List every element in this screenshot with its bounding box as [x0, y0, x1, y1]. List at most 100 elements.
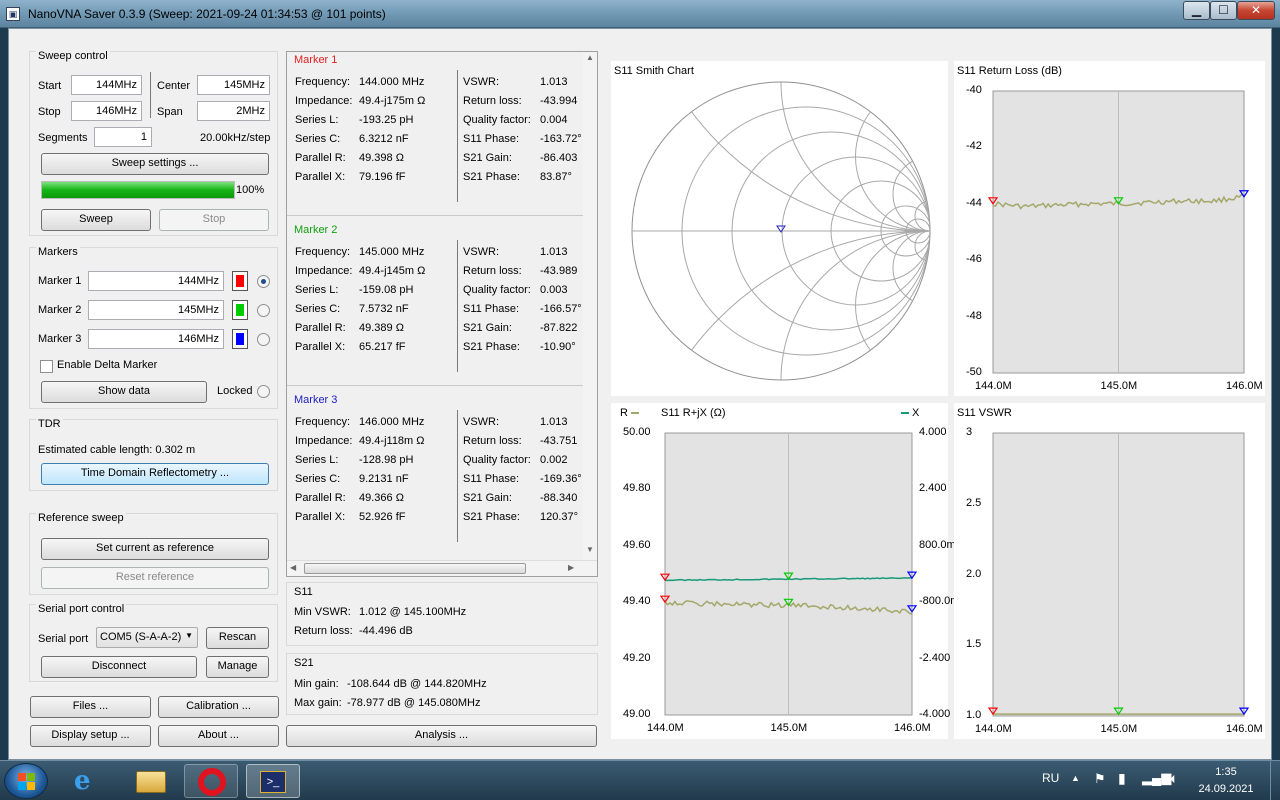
power-icon[interactable]: ▮ [1118, 770, 1126, 787]
vswr-y-tick: 1.0 [966, 709, 982, 721]
detail-label: Quality factor: [463, 454, 531, 466]
group-title: Serial port control [36, 603, 127, 615]
marker-2-radio[interactable] [257, 304, 270, 317]
marker-3-color-button[interactable] [232, 329, 248, 349]
display-setup-button[interactable]: Display setup ... [30, 725, 151, 747]
segments-label: Segments [38, 132, 88, 144]
serial-port-select[interactable]: COM5 (S-A-A-2) ▼ [96, 627, 198, 648]
files-button[interactable]: Files ... [30, 696, 151, 718]
marker-1-radio[interactable] [257, 275, 270, 288]
show-data-button[interactable]: Show data [41, 381, 207, 403]
windows-logo-quad [18, 782, 26, 790]
detail-value: -88.340 [540, 492, 578, 504]
calibration-button[interactable]: Calibration ... [158, 696, 279, 718]
detail-label: VSWR: [463, 416, 500, 428]
detail-label: Return loss: [463, 265, 522, 277]
language-indicator[interactable]: RU [1042, 771, 1059, 785]
action-center-flag-icon[interactable]: ⚑ [1094, 771, 1106, 787]
detail-value: -43.994 [540, 95, 578, 107]
serial-port-value: COM5 (S-A-A-2) [100, 631, 182, 643]
disconnect-button[interactable]: Disconnect [41, 656, 197, 678]
scroll-thumb[interactable] [304, 563, 526, 574]
rjx-plot [659, 432, 918, 716]
detail-value: 49.4-j145m Ω [359, 265, 426, 277]
enable-delta-marker-label: Enable Delta Marker [57, 359, 158, 371]
marker-details-scroll-area[interactable]: Marker 1 Frequency: 144.000 MHz Impedance: 4… [286, 51, 598, 577]
detail-label: S21 Phase: [463, 511, 520, 523]
detail-label: Frequency: [295, 76, 351, 88]
detail-label: S21 Gain: [463, 152, 512, 164]
clock-time[interactable]: 1:35 [1196, 766, 1256, 778]
stop-button[interactable]: Stop [159, 209, 269, 231]
vswr-y-tick: 2.5 [966, 496, 982, 509]
about-button[interactable]: About ... [158, 725, 279, 747]
vswr-x-tick: 144.0M [975, 723, 1012, 735]
rjx-right-tick: -4.000 [919, 708, 951, 720]
marker-detail-1: Marker 1 Frequency: 144.000 MHz Impedance: 4… [287, 52, 583, 218]
marker-3-input[interactable]: 146MHz [88, 329, 224, 349]
detail-label: Series L: [295, 284, 339, 296]
scroll-down-icon[interactable]: ▼ [586, 545, 594, 554]
stop-input[interactable]: 146MHz [71, 101, 142, 121]
horizontal-scrollbar[interactable]: ◀ ▶ [287, 560, 597, 576]
vertical-scrollbar[interactable]: ▲ ▼ [583, 52, 597, 560]
s11-title: S11 [294, 586, 313, 598]
detail-value: 7.5732 nF [359, 303, 409, 315]
close-button[interactable]: ✕ [1237, 1, 1275, 20]
scroll-right-icon[interactable]: ▶ [568, 563, 574, 572]
show-desktop-button[interactable] [1270, 761, 1280, 800]
enable-delta-marker-checkbox[interactable] [40, 360, 53, 373]
internet-explorer-taskbar-button[interactable]: e [62, 764, 116, 798]
return-loss-y-tick: -40 [966, 84, 982, 96]
marker-1-input[interactable]: 144MHz [88, 271, 224, 291]
center-input[interactable]: 145MHz [197, 75, 270, 95]
volume-icon[interactable]: 🔈︎ [1170, 770, 1178, 787]
reset-reference-button[interactable]: Reset reference [41, 567, 269, 589]
scroll-left-icon[interactable]: ◀ [290, 563, 296, 572]
clock-date[interactable]: 24.09.2021 [1196, 783, 1256, 795]
manage-button[interactable]: Manage [206, 656, 269, 678]
analysis-button[interactable]: Analysis ... [286, 725, 597, 747]
marker-2-input[interactable]: 145MHz [88, 300, 224, 320]
explorer-taskbar-button[interactable] [124, 764, 178, 798]
return-loss-y-tick: -44 [966, 196, 982, 209]
smith-chart [631, 81, 931, 381]
segments-input[interactable]: 1 [94, 127, 152, 147]
rjx-right-tick: 4.000 [919, 426, 947, 438]
marker-1-color-button[interactable] [232, 271, 248, 291]
progress-text: 100% [236, 184, 265, 196]
detail-value: -128.98 pH [359, 454, 414, 466]
detail-label: Parallel X: [295, 511, 346, 523]
scroll-up-icon[interactable]: ▲ [586, 53, 594, 62]
rjx-left-tick: 49.40 [623, 595, 651, 608]
maximize-button[interactable]: ☐ [1210, 1, 1237, 20]
set-reference-button[interactable]: Set current as reference [41, 538, 269, 560]
detail-label: Series L: [295, 114, 339, 126]
vswr-y-tick: 2.0 [966, 567, 982, 580]
rjx-left-tick: 49.60 [623, 538, 651, 551]
rjx-x-tick: 146.0M [894, 722, 931, 734]
show-hidden-icons-icon[interactable]: ▲ [1071, 773, 1080, 783]
marker-3-radio[interactable] [257, 333, 270, 346]
marker-2-color-button[interactable] [232, 300, 248, 320]
minimize-button[interactable]: ▁ [1183, 1, 1210, 20]
start-input[interactable]: 144MHz [71, 75, 142, 95]
marker-1-color-swatch [236, 275, 244, 287]
network-icon[interactable]: ▂▄▆ [1142, 770, 1171, 786]
detail-label: Series C: [295, 303, 341, 315]
app-icon: ▣ [6, 7, 20, 21]
locked-radio[interactable] [257, 385, 270, 398]
opera-taskbar-button[interactable] [184, 764, 238, 798]
sweep-button[interactable]: Sweep [41, 209, 151, 231]
step-label: 20.00kHz/step [200, 132, 271, 144]
detail-value: -159.08 pH [359, 284, 414, 296]
detail-label: Parallel R: [295, 492, 346, 504]
detail-label: VSWR: [463, 76, 500, 88]
rescan-button[interactable]: Rescan [206, 627, 269, 649]
span-input[interactable]: 2MHz [197, 101, 270, 121]
nanovna-saver-taskbar-button[interactable]: >_ [246, 764, 300, 798]
return-loss-plot [987, 90, 1250, 374]
time-domain-reflectometry-button[interactable]: Time Domain Reflectometry ... [41, 463, 269, 485]
start-button[interactable] [4, 763, 48, 799]
sweep-settings-button[interactable]: Sweep settings ... [41, 153, 269, 175]
